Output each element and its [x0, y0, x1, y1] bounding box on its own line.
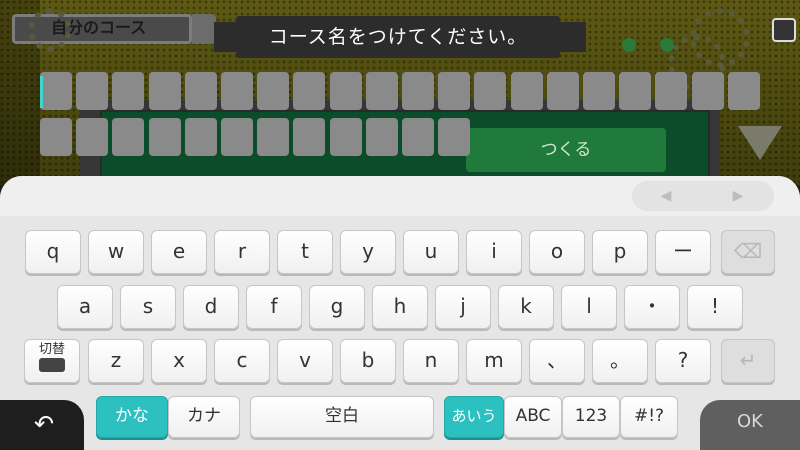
character-slot	[112, 72, 145, 110]
character-slot	[365, 72, 398, 110]
hiragana-input-key[interactable]: あいう	[444, 396, 504, 438]
char-key[interactable]: o	[529, 230, 585, 274]
char-key[interactable]: v	[277, 339, 333, 383]
char-key[interactable]: b	[340, 339, 396, 383]
knob-icon	[660, 38, 674, 52]
character-slot	[727, 72, 760, 110]
triangle-right-icon[interactable]: ▶	[728, 186, 748, 206]
char-key[interactable]: z	[88, 339, 144, 383]
char-key[interactable]: t	[277, 230, 333, 274]
character-slot	[438, 118, 471, 156]
character-slot	[148, 118, 181, 156]
character-slot	[655, 72, 688, 110]
character-slot	[221, 72, 253, 110]
banner-cap-right	[560, 22, 586, 52]
char-key[interactable]: c	[214, 339, 270, 383]
back-button[interactable]: ↶	[0, 400, 84, 450]
switch-label: 切替	[38, 342, 65, 357]
hiragana-mode-key[interactable]: かな	[96, 396, 168, 438]
character-slot	[184, 72, 217, 110]
character-slot	[583, 72, 615, 110]
character-slot	[438, 72, 471, 110]
enter-icon: ↵	[739, 348, 757, 372]
char-key[interactable]: n	[403, 339, 459, 383]
char-key[interactable]: 。	[592, 339, 648, 383]
char-key[interactable]: g	[309, 285, 365, 329]
character-slot	[76, 72, 109, 110]
character-slot	[329, 118, 362, 156]
ok-button[interactable]: OK	[700, 400, 800, 450]
char-key[interactable]: 、	[529, 339, 585, 383]
keyboard-switch-key[interactable]: 切替	[24, 339, 80, 383]
numeric-input-key[interactable]: 123	[562, 396, 620, 438]
char-key[interactable]: a	[57, 285, 113, 329]
keyboard-nav	[632, 181, 774, 211]
character-slot	[40, 72, 72, 110]
character-slot	[474, 72, 507, 110]
char-key[interactable]: u	[403, 230, 459, 274]
backspace-key[interactable]: ⌫	[721, 230, 775, 274]
character-slot	[402, 118, 434, 156]
character-slot	[329, 72, 362, 110]
character-slot	[221, 118, 253, 156]
char-key[interactable]: i	[466, 230, 522, 274]
funnel-icon	[738, 126, 782, 160]
char-key[interactable]: m	[466, 339, 522, 383]
character-slot	[510, 72, 543, 110]
character-slot	[293, 118, 326, 156]
char-key[interactable]: l	[561, 285, 617, 329]
char-key[interactable]: j	[435, 285, 491, 329]
char-key[interactable]: p	[592, 230, 648, 274]
triangle-left-icon[interactable]: ◀	[656, 186, 676, 206]
character-slot	[40, 118, 72, 156]
char-key[interactable]: y	[340, 230, 396, 274]
create-button: つくる	[466, 128, 666, 172]
character-slot	[691, 72, 724, 110]
char-key[interactable]: w	[88, 230, 144, 274]
char-key[interactable]: ・	[624, 285, 680, 329]
char-key[interactable]: r	[214, 230, 270, 274]
char-key[interactable]: d	[183, 285, 239, 329]
menu-icon	[772, 18, 796, 42]
character-slot	[148, 72, 181, 110]
gear-icon	[690, 8, 750, 68]
char-key[interactable]: q	[25, 230, 81, 274]
alphabet-input-key[interactable]: ABC	[504, 396, 562, 438]
char-key[interactable]: h	[372, 285, 428, 329]
char-key[interactable]: f	[246, 285, 302, 329]
dropdown-toggle	[192, 14, 216, 44]
char-key[interactable]: k	[498, 285, 554, 329]
character-slot	[546, 72, 579, 110]
character-slot	[76, 118, 109, 156]
space-key[interactable]: 空白	[250, 396, 434, 438]
char-key[interactable]: ー	[655, 230, 711, 274]
enter-key[interactable]: ↵	[721, 339, 775, 383]
char-key[interactable]: e	[151, 230, 207, 274]
character-slot	[619, 72, 652, 110]
character-slot	[257, 72, 290, 110]
symbol-input-key[interactable]: #!?	[620, 396, 678, 438]
char-key[interactable]: s	[120, 285, 176, 329]
backspace-icon: ⌫	[733, 239, 763, 263]
keyboard-icon	[25, 356, 79, 376]
char-key[interactable]: ?	[655, 339, 711, 383]
character-slot	[365, 118, 398, 156]
gear-icon	[28, 8, 72, 52]
katakana-mode-key[interactable]: カナ	[168, 396, 240, 438]
character-slot	[112, 118, 145, 156]
char-key[interactable]: !	[687, 285, 743, 329]
character-slot	[257, 118, 290, 156]
knob-icon	[622, 38, 636, 52]
character-slot	[293, 72, 326, 110]
character-slot	[402, 72, 434, 110]
prompt-title: コース名をつけてください。	[268, 26, 528, 48]
back-arrow-icon: ↶	[34, 410, 55, 438]
character-slot	[184, 118, 217, 156]
text-cursor	[40, 76, 43, 108]
char-key[interactable]: x	[151, 339, 207, 383]
